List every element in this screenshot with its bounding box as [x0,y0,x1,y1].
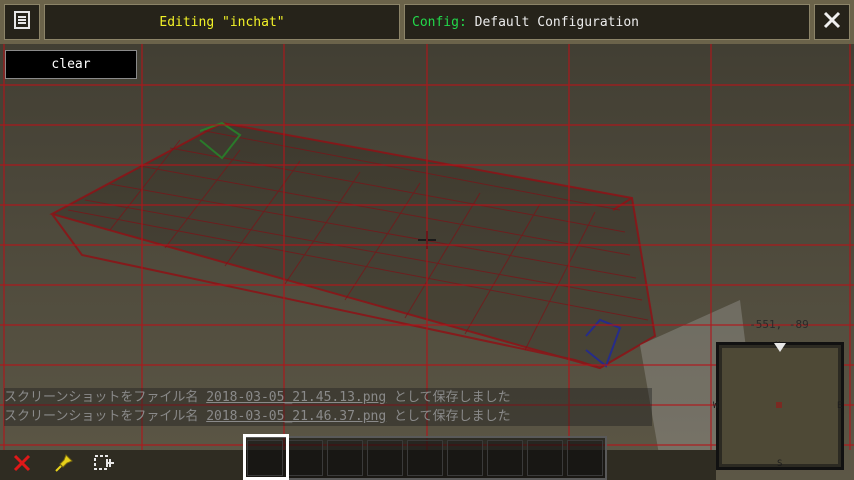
editing-title-box: Editing "inchat" [44,4,400,40]
hotbar-slot[interactable] [287,440,323,476]
hotbar-selected-slot [243,434,289,480]
config-label: Config: [412,14,467,30]
chat-line-2: スクリーンショットをファイル名 2018-03-05_21.46.37.png … [4,407,652,426]
minimap-north-arrow-icon [774,343,786,352]
editing-title: Editing "inchat" [159,14,285,30]
minimap: N S E W [713,341,844,470]
hotbar [243,436,607,480]
minimap-coordinates: -551, -89 [749,318,809,331]
hotbar-slot[interactable] [487,440,523,476]
close-button[interactable] [814,4,850,40]
menu-button[interactable] [4,4,40,40]
remove-icon [12,453,32,477]
hotbar-slot[interactable] [327,440,363,476]
config-value: Default Configuration [474,14,639,30]
minimap-south-label: S [777,459,783,469]
remove-button[interactable] [8,452,36,478]
config-selector[interactable]: Config: Default Configuration [404,4,810,40]
clear-button[interactable]: clear [5,50,137,79]
menu-icon [13,11,31,33]
minimap-west-label: W [713,401,719,411]
add-element-icon [93,453,115,477]
hotbar-slot[interactable] [407,440,443,476]
chat-file-link-1[interactable]: 2018-03-05_21.45.13.png [206,390,386,405]
close-icon [823,11,841,33]
chat-file-link-2[interactable]: 2018-03-05_21.46.37.png [206,409,386,424]
hotbar-slot[interactable] [527,440,563,476]
pin-button[interactable] [50,452,78,478]
minimap-player-marker [776,402,782,408]
hotbar-slot[interactable] [447,440,483,476]
minimap-east-label: E [837,401,843,411]
chat-line-1: スクリーンショットをファイル名 2018-03-05_21.45.13.png … [4,388,652,407]
hotbar-slot[interactable] [367,440,403,476]
hotbar-slot[interactable] [567,440,603,476]
add-element-button[interactable] [90,452,118,478]
pin-icon [54,453,74,477]
